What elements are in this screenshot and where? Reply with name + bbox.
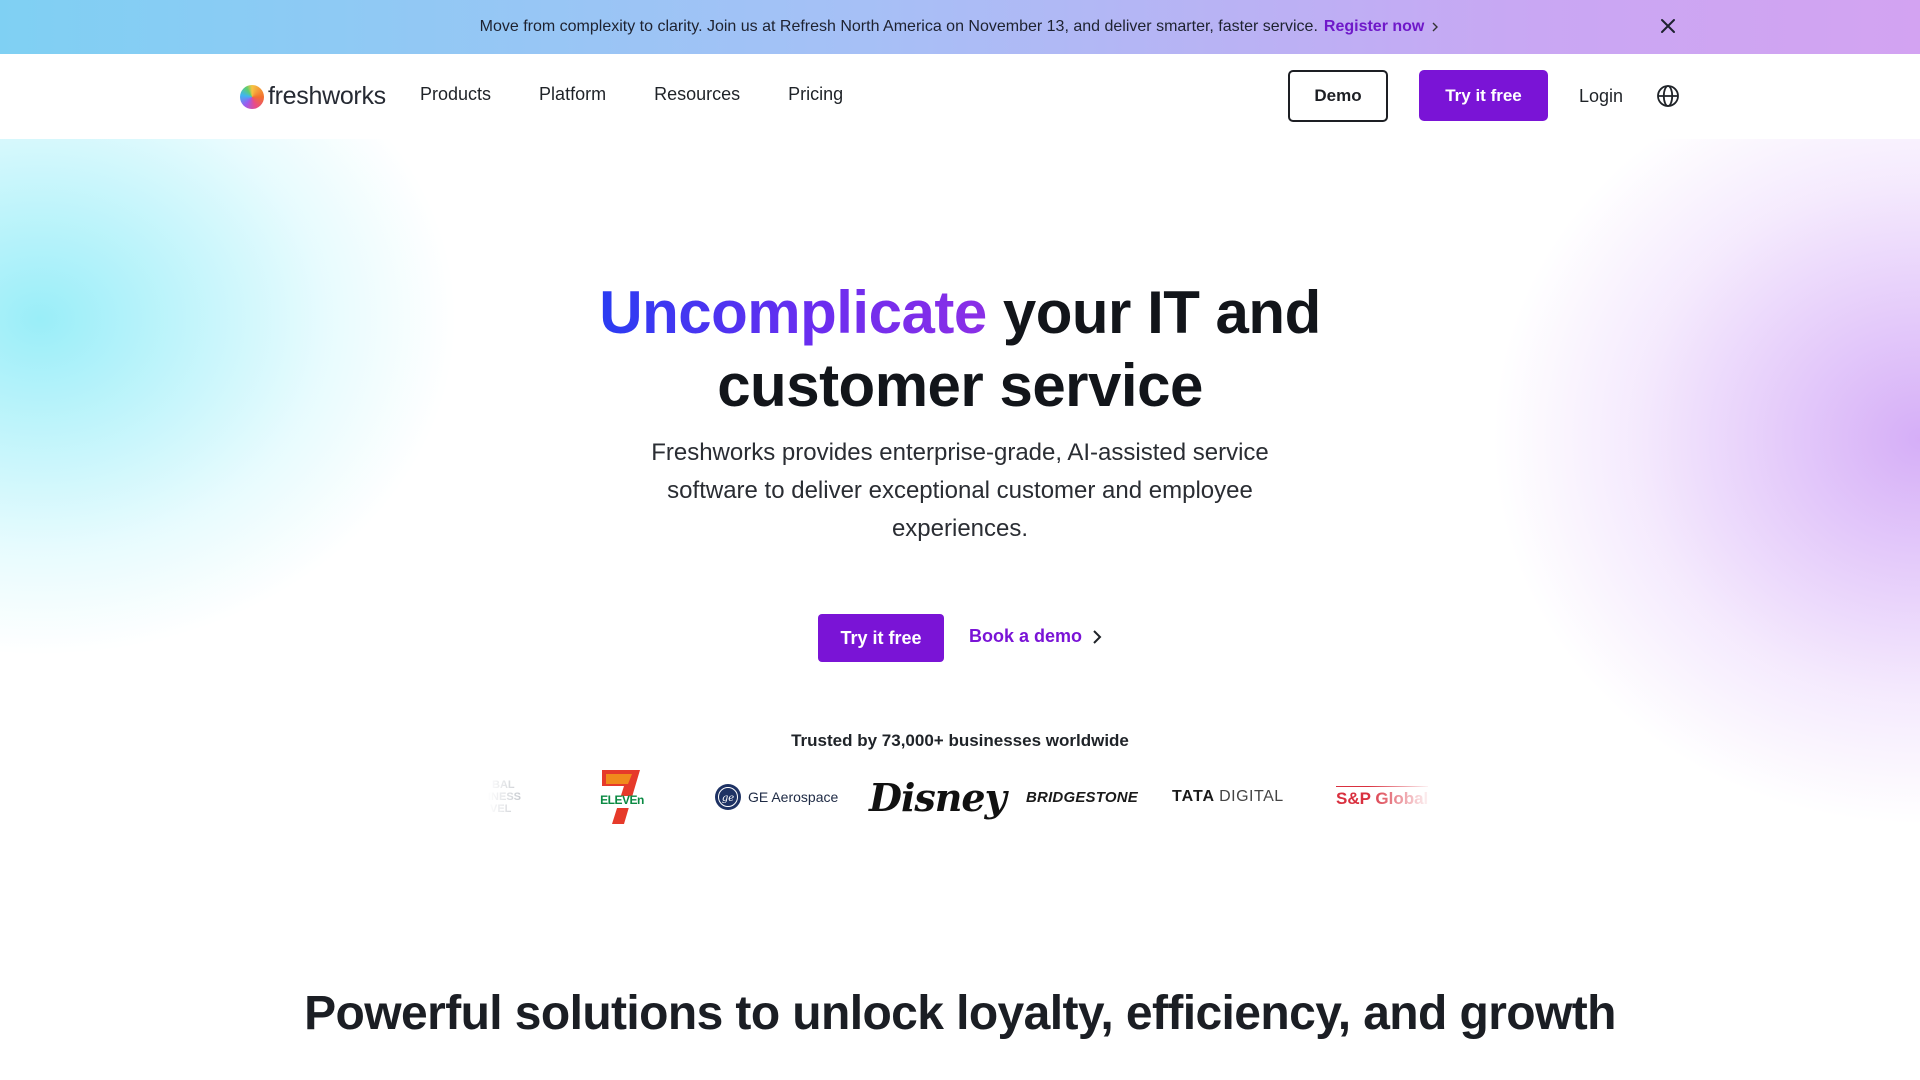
tata-wordmark: TATA (1172, 788, 1216, 805)
ge-monogram-icon: ge (715, 784, 741, 810)
nav-products[interactable]: Products (420, 84, 491, 105)
headline-line1-rest: your IT and (986, 279, 1321, 346)
sp-global-wordmark: S&P Global (1336, 785, 1429, 809)
trusted-by-text: Trusted by 73,000+ businesses worldwide (791, 731, 1129, 750)
try-it-free-header-button[interactable]: Try it free (1419, 70, 1548, 121)
nav-pricing[interactable]: Pricing (788, 84, 843, 105)
svg-text:ge: ge (722, 793, 734, 804)
seven-eleven-logo: ELEVEn (598, 762, 646, 832)
login-link[interactable]: Login (1579, 86, 1623, 107)
book-a-demo-label: Book a demo (969, 626, 1083, 646)
nav-resources[interactable]: Resources (654, 84, 740, 105)
disney-wordmark: Disney (869, 774, 1007, 820)
sp-global-logo: S&P Global (1336, 762, 1429, 832)
nav-platform[interactable]: Platform (539, 84, 606, 105)
globe-icon[interactable] (1656, 84, 1680, 108)
freshworks-logo-icon (240, 84, 264, 109)
gbt-logo: BAL INESS VEL (488, 762, 568, 832)
announcement-message: Move from complexity to clarity. Join us… (479, 18, 1318, 35)
gbt-logo-line1: BAL (492, 779, 515, 791)
book-a-demo-link[interactable]: Book a demo (969, 626, 1103, 647)
hero-subcopy: Freshworks provides enterprise-grade, AI… (651, 439, 1269, 542)
ge-aerospace-logo: ge GE Aerospace (714, 762, 838, 832)
disney-logo: Disney (869, 762, 1007, 832)
ge-aerospace-text: GE Aerospace (748, 789, 839, 805)
digital-wordmark: DIGITAL (1219, 788, 1284, 805)
gbt-logo-line3: VEL (490, 803, 512, 815)
register-now-link[interactable]: Register now (1324, 18, 1440, 36)
freshworks-logo[interactable]: freshworks (240, 82, 386, 111)
register-now-label: Register now (1323, 18, 1425, 35)
hero-headline: Uncomplicate your IT and customer servic… (0, 276, 1920, 422)
close-icon[interactable] (1656, 14, 1680, 38)
headline-highlight: Uncomplicate (599, 279, 987, 346)
customer-logo-strip: BAL INESS VEL ELEVEn ge GE Aerospace Dis… (488, 762, 1432, 832)
site-header: freshworks Products Platform Resources P… (0, 54, 1920, 139)
solutions-heading: Powerful solutions to unlock loyalty, ef… (304, 987, 1616, 1040)
logo-text: freshworks (268, 82, 386, 110)
try-it-free-hero-button[interactable]: Try it free (818, 614, 944, 662)
gbt-logo-line2: INESS (488, 791, 522, 803)
chevron-right-icon (1093, 629, 1102, 644)
demo-button[interactable]: Demo (1288, 70, 1388, 122)
tata-digital-logo: TATA DIGITAL (1172, 762, 1284, 832)
headline-line2: customer service (717, 352, 1203, 419)
chevron-right-icon (1432, 22, 1439, 32)
seven-eleven-wordmark: ELEVEn (600, 793, 644, 807)
bridgestone-logo: BRIDGESTONE (1026, 762, 1138, 832)
main-nav: Products Platform Resources Pricing (420, 84, 891, 105)
bridgestone-wordmark: BRIDGESTONE (1026, 788, 1138, 806)
announcement-bar: Move from complexity to clarity. Join us… (0, 0, 1920, 54)
